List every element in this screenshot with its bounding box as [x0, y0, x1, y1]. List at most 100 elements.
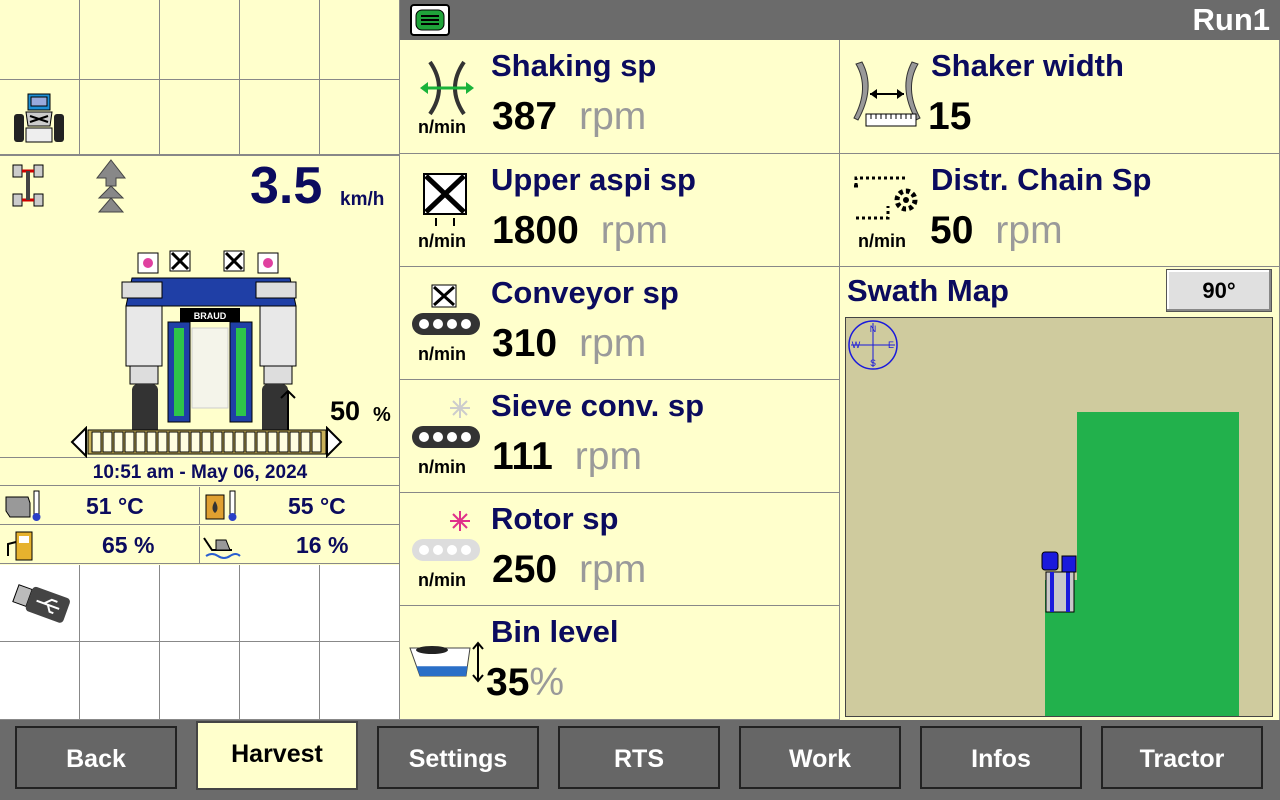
distribution-chain-speed-tile[interactable]: n/min Distr. Chain Sp 50 rpm: [840, 154, 1280, 267]
conveyor-speed-value: 310 rpm: [492, 322, 647, 365]
fuel-pump-icon: [7, 531, 33, 561]
compass-south: S: [870, 358, 876, 368]
tab-harvest[interactable]: Harvest: [196, 721, 358, 790]
rotor-speed-tile[interactable]: n/min Rotor sp 250 rpm: [400, 493, 840, 606]
lateral-position-gauge: [70, 426, 343, 458]
grid-cell[interactable]: [320, 565, 400, 642]
machine-status-panel: 3.5 km/h BRAUD 50 %: [0, 155, 400, 458]
engine-temperature-value: 51 °C: [86, 493, 144, 519]
grid-cell[interactable]: [80, 80, 160, 155]
grid-cell[interactable]: [80, 642, 160, 720]
upper-aspi-speed-value: 1800 rpm: [492, 209, 668, 252]
fuel-level-value: 65 %: [102, 532, 155, 558]
compass-north: N: [870, 324, 877, 334]
hydraulic-oil-temperature-icon: [205, 490, 237, 521]
aspirator-icon: [423, 173, 467, 226]
grid-cell[interactable]: [80, 565, 160, 642]
rotor-speed-label: Rotor sp: [491, 501, 619, 536]
forward-direction-icon: [95, 159, 127, 213]
hydraulic-temperature-value: 55 °C: [288, 493, 346, 519]
water-tank-icon: [203, 537, 241, 559]
usb-drive-icon: [12, 584, 70, 623]
grid-cell[interactable]: [80, 0, 160, 80]
left-panel: 3.5 km/h BRAUD 50 % 10:51 am - May 06, 2…: [0, 0, 400, 720]
compass-west: W: [852, 340, 861, 350]
sieve-conveyor-speed-value: 111 rpm: [492, 435, 642, 478]
compass-east: E: [888, 340, 894, 350]
grid-cell[interactable]: [320, 0, 400, 80]
sieve-conveyor-icon: [412, 398, 480, 448]
grid-cell[interactable]: [160, 80, 240, 155]
rotor-icon: [412, 511, 480, 561]
hydraulic-temperature: 55 °C: [200, 487, 400, 525]
usb-export-button[interactable]: [0, 565, 80, 642]
swath-map-canvas: N E S W: [848, 320, 1239, 716]
bin-level-tile[interactable]: Bin level 35%: [400, 606, 840, 720]
tractor-icon: [14, 93, 64, 143]
sieve-per-minute-label: n/min: [418, 457, 466, 477]
tab-work[interactable]: Work: [739, 726, 901, 789]
chain-distributor-icon: [854, 176, 918, 220]
tab-tractor[interactable]: Tractor: [1101, 726, 1263, 789]
run-title: Run1: [1192, 2, 1271, 37]
upper-aspi-speed-tile[interactable]: n/min Upper aspi sp 1800 rpm: [400, 154, 840, 267]
distribution-chain-speed-label: Distr. Chain Sp: [931, 162, 1152, 197]
map-orientation-button[interactable]: 90°: [1166, 269, 1272, 312]
grid-cell[interactable]: [0, 642, 80, 720]
axle-icon: [12, 164, 44, 207]
grid-cell[interactable]: [240, 642, 320, 720]
rotor-per-minute-label: n/min: [418, 570, 466, 590]
engine-temperature-icon: [5, 490, 41, 521]
tab-rts[interactable]: RTS: [558, 726, 720, 789]
compass-icon: N E S W: [848, 320, 898, 370]
grid-cell[interactable]: [160, 0, 240, 80]
speed-unit: km/h: [340, 189, 385, 210]
conveyor-per-minute-label: n/min: [418, 344, 466, 364]
rotor-speed-value: 250 rpm: [492, 548, 647, 591]
tab-settings[interactable]: Settings: [377, 726, 539, 789]
water-level: 16 %: [200, 526, 400, 564]
conveyor-speed-tile[interactable]: n/min Conveyor sp 310 rpm: [400, 267, 840, 380]
grid-cell[interactable]: [160, 565, 240, 642]
swath-map-title: Swath Map: [847, 273, 1009, 308]
tab-infos[interactable]: Infos: [920, 726, 1082, 789]
sieve-conveyor-speed-tile[interactable]: n/min Sieve conv. sp 111 rpm: [400, 380, 840, 493]
shaking-speed-label: Shaking sp: [491, 48, 657, 83]
sieve-conveyor-speed-label: Sieve conv. sp: [491, 388, 705, 423]
shaker-width-icon: [853, 61, 921, 127]
shaker-width-tile[interactable]: Shaker width 15: [840, 40, 1280, 154]
tractor-mode-button[interactable]: [0, 80, 80, 155]
back-button[interactable]: Back: [15, 726, 177, 789]
shaking-per-minute-label: n/min: [418, 117, 466, 137]
lift-height-value: 50: [330, 396, 361, 426]
conveyor-icon: [412, 284, 480, 335]
grid-cell[interactable]: [240, 0, 320, 80]
speed-value: 3.5: [250, 157, 323, 215]
grid-cell[interactable]: [160, 642, 240, 720]
conveyor-speed-label: Conveyor sp: [491, 275, 679, 310]
upper-aspi-per-minute-label: n/min: [418, 231, 466, 251]
shaking-speed-tile[interactable]: n/min Shaking sp 387 rpm: [400, 40, 840, 154]
fuel-level: 65 %: [0, 526, 200, 564]
upper-aspi-speed-label: Upper aspi sp: [491, 162, 696, 197]
swath-map[interactable]: N E S W: [845, 317, 1273, 717]
shaking-icon: [420, 60, 474, 116]
date-time: 10:51 am - May 06, 2024: [0, 459, 400, 486]
grid-cell[interactable]: [0, 0, 80, 80]
grid-cell[interactable]: [240, 80, 320, 155]
machine-position-icon: [1041, 551, 1077, 613]
grid-cell[interactable]: [320, 80, 400, 155]
shaking-speed-value: 387 rpm: [492, 95, 647, 138]
lift-height-unit: %: [373, 404, 391, 426]
shaker-width-label: Shaker width: [931, 48, 1124, 83]
harvested-area: [1077, 412, 1239, 716]
menu-icon: [415, 9, 445, 31]
water-level-value: 16 %: [296, 532, 349, 558]
grid-cell[interactable]: [320, 642, 400, 720]
grape-bin-icon: [409, 641, 484, 683]
grid-cell[interactable]: [240, 565, 320, 642]
top-bar: Run1: [400, 0, 1280, 40]
menu-button[interactable]: [410, 4, 450, 36]
shaker-width-value: 15: [928, 95, 972, 138]
bin-level-value: 35%: [486, 661, 565, 704]
